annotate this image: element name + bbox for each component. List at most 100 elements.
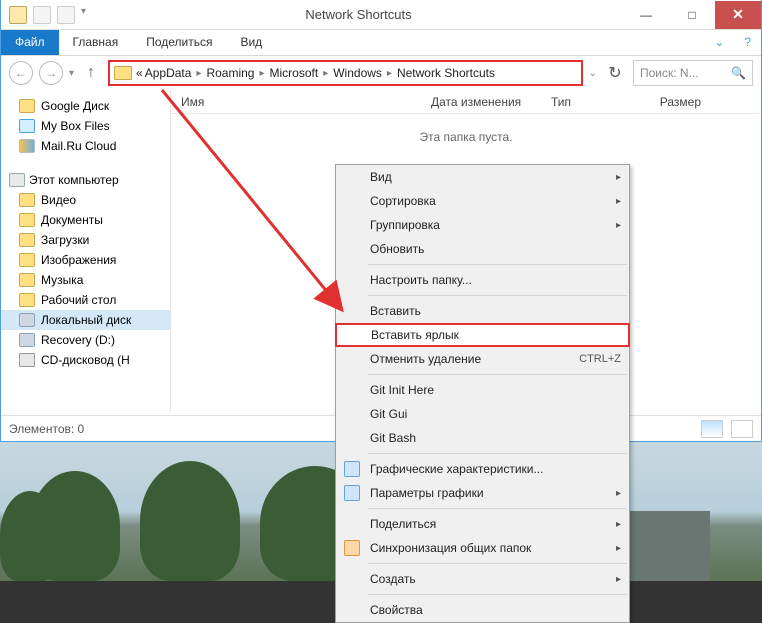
menu-separator (368, 563, 627, 564)
search-input[interactable]: Поиск: N... 🔍 (633, 60, 753, 86)
chevron-right-icon: ▸ (320, 68, 331, 79)
sidebar-item[interactable]: Загрузки (1, 230, 170, 250)
titlebar: ▾ Network Shortcuts — □ ✕ (1, 0, 761, 30)
sidebar-item[interactable]: Изображения (1, 250, 170, 270)
chevron-right-icon: ▸ (616, 543, 621, 554)
menu-new[interactable]: Создать▸ (336, 567, 629, 591)
sidebar-item[interactable]: Mail.Ru Cloud (1, 136, 170, 156)
menu-git-gui[interactable]: Git Gui (336, 402, 629, 426)
sidebar-item[interactable]: My Box Files (1, 116, 170, 136)
sidebar-item[interactable]: Музыка (1, 270, 170, 290)
menu-separator (368, 295, 627, 296)
crumb[interactable]: Windows (333, 66, 382, 80)
sidebar-item-selected[interactable]: Локальный диск (1, 310, 170, 330)
refresh-button[interactable]: ↻ (603, 61, 627, 85)
sidebar-section-pc[interactable]: ▸Этот компьютер (1, 170, 170, 190)
menu-paste-shortcut[interactable]: Вставить ярлык (335, 323, 630, 347)
ribbon-tabs: Файл Главная Поделиться Вид ⌄ ? (1, 30, 761, 56)
sync-icon (344, 540, 360, 556)
close-button[interactable]: ✕ (715, 1, 761, 29)
crumb[interactable]: Roaming (206, 66, 254, 80)
chevron-right-icon: ▸ (616, 488, 621, 499)
up-button[interactable]: ↑ (80, 62, 102, 84)
menu-paste[interactable]: Вставить (336, 299, 629, 323)
context-menu: Вид▸ Сортировка▸ Группировка▸ Обновить Н… (335, 164, 630, 623)
menu-separator (368, 453, 627, 454)
address-bar[interactable]: « AppData▸ Roaming▸ Microsoft▸ Windows▸ … (108, 60, 583, 86)
menu-gfx-props[interactable]: Графические характеристики... (336, 457, 629, 481)
folder-icon (9, 6, 27, 24)
qat-dropdown-icon[interactable]: ▾ (81, 6, 86, 24)
view-icons-button[interactable] (731, 420, 753, 438)
menu-view[interactable]: Вид▸ (336, 165, 629, 189)
chevron-right-icon: ▸ (616, 172, 621, 183)
qat-item[interactable] (33, 6, 51, 24)
mailru-icon (19, 139, 35, 153)
column-headers: Имя Дата изменения Тип Размер (171, 90, 761, 114)
search-icon: 🔍 (731, 66, 746, 80)
crumb[interactable]: Network Shortcuts (397, 66, 495, 80)
tab-home[interactable]: Главная (59, 30, 133, 55)
ribbon-expand-icon[interactable]: ⌄ (704, 30, 734, 55)
cd-icon (19, 353, 35, 367)
sidebar-item[interactable]: Видео (1, 190, 170, 210)
crumb-prefix: « (136, 66, 143, 80)
sidebar-item[interactable]: Google Диск (1, 96, 170, 116)
address-dropdown-icon[interactable]: ⌄ (589, 68, 597, 79)
menu-git-bash[interactable]: Git Bash (336, 426, 629, 450)
menu-gfx-params[interactable]: Параметры графики▸ (336, 481, 629, 505)
chevron-right-icon: ▸ (1, 175, 5, 186)
item-count: Элементов: 0 (9, 422, 84, 436)
crumb[interactable]: Microsoft (270, 66, 319, 80)
col-type[interactable]: Тип (541, 95, 631, 109)
chevron-right-icon: ▸ (616, 574, 621, 585)
menu-customize[interactable]: Настроить папку... (336, 268, 629, 292)
menu-share[interactable]: Поделиться▸ (336, 512, 629, 536)
col-name[interactable]: Имя (171, 95, 421, 109)
back-button[interactable]: ← (9, 61, 33, 85)
menu-sort[interactable]: Сортировка▸ (336, 189, 629, 213)
navigation-pane[interactable]: Google Диск My Box Files Mail.Ru Cloud ▸… (1, 90, 171, 412)
tab-file[interactable]: Файл (1, 30, 59, 55)
history-dropdown-icon[interactable]: ▾ (69, 68, 74, 79)
menu-properties[interactable]: Свойства (336, 598, 629, 622)
col-date[interactable]: Дата изменения (421, 95, 541, 109)
menu-separator (368, 374, 627, 375)
folder-icon (19, 213, 35, 227)
search-placeholder: Поиск: N... (640, 66, 699, 80)
intel-icon (344, 485, 360, 501)
chevron-right-icon: ▸ (256, 68, 267, 79)
crumb[interactable]: AppData (145, 66, 192, 80)
minimize-button[interactable]: — (623, 1, 669, 29)
forward-button[interactable]: → (39, 61, 63, 85)
tab-view[interactable]: Вид (226, 30, 276, 55)
sidebar-item[interactable]: Рабочий стол (1, 290, 170, 310)
help-icon[interactable]: ? (734, 30, 761, 55)
menu-separator (368, 508, 627, 509)
menu-separator (368, 264, 627, 265)
menu-sync[interactable]: Синхронизация общих папок▸ (336, 536, 629, 560)
folder-icon (19, 233, 35, 247)
sidebar-item[interactable]: CD-дисковод (H (1, 350, 170, 370)
sidebar-item[interactable]: Документы (1, 210, 170, 230)
menu-undo-delete[interactable]: Отменить удалениеCTRL+Z (336, 347, 629, 371)
sidebar-item[interactable]: Recovery (D:) (1, 330, 170, 350)
menu-git-init[interactable]: Git Init Here (336, 378, 629, 402)
chevron-right-icon: ▸ (616, 519, 621, 530)
menu-group[interactable]: Группировка▸ (336, 213, 629, 237)
view-details-button[interactable] (701, 420, 723, 438)
quick-access-toolbar: ▾ (1, 6, 94, 24)
box-icon (19, 119, 35, 133)
qat-item[interactable] (57, 6, 75, 24)
chevron-right-icon: ▸ (616, 196, 621, 207)
disk-icon (19, 333, 35, 347)
folder-icon (19, 193, 35, 207)
folder-icon (19, 253, 35, 267)
col-size[interactable]: Размер (631, 95, 711, 109)
menu-refresh[interactable]: Обновить (336, 237, 629, 261)
maximize-button[interactable]: □ (669, 1, 715, 29)
shortcut-label: CTRL+Z (579, 353, 621, 365)
window-title: Network Shortcuts (94, 7, 623, 22)
tab-share[interactable]: Поделиться (132, 30, 226, 55)
folder-icon (19, 273, 35, 287)
